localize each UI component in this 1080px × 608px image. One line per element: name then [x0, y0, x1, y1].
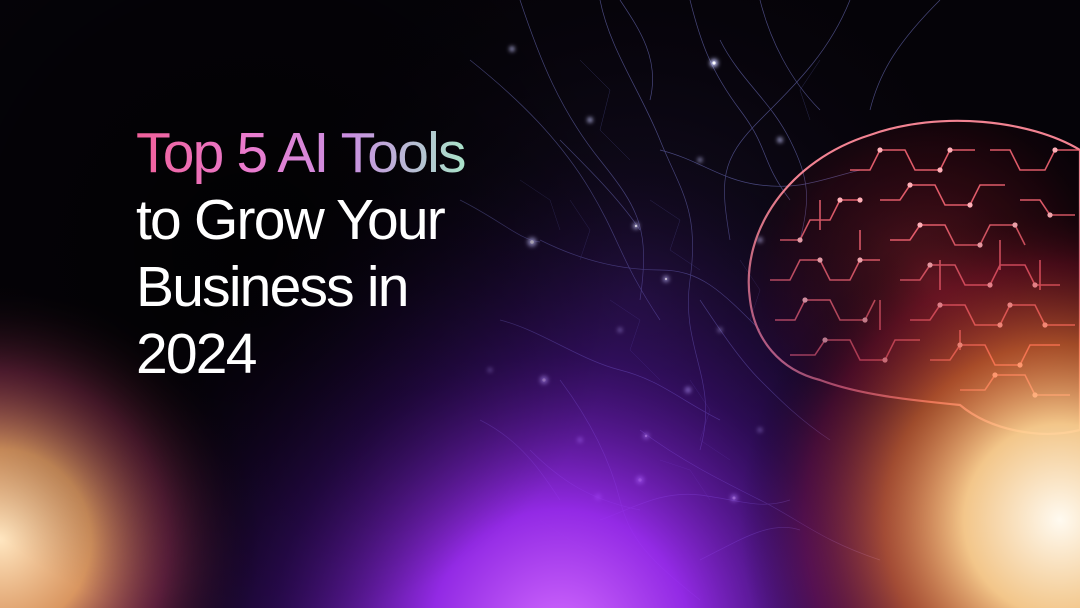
headline-line-4: 2024 — [136, 322, 257, 386]
headline-line-3: Business in — [136, 255, 409, 319]
ai-tools-banner: Top 5 AI Tools to Grow Your Business in … — [0, 0, 1080, 608]
headline-line-2: to Grow Your — [136, 188, 446, 252]
headline-line-1: Top 5 AI Tools — [136, 121, 466, 185]
headline: Top 5 AI Tools to Grow Your Business in … — [136, 120, 466, 388]
